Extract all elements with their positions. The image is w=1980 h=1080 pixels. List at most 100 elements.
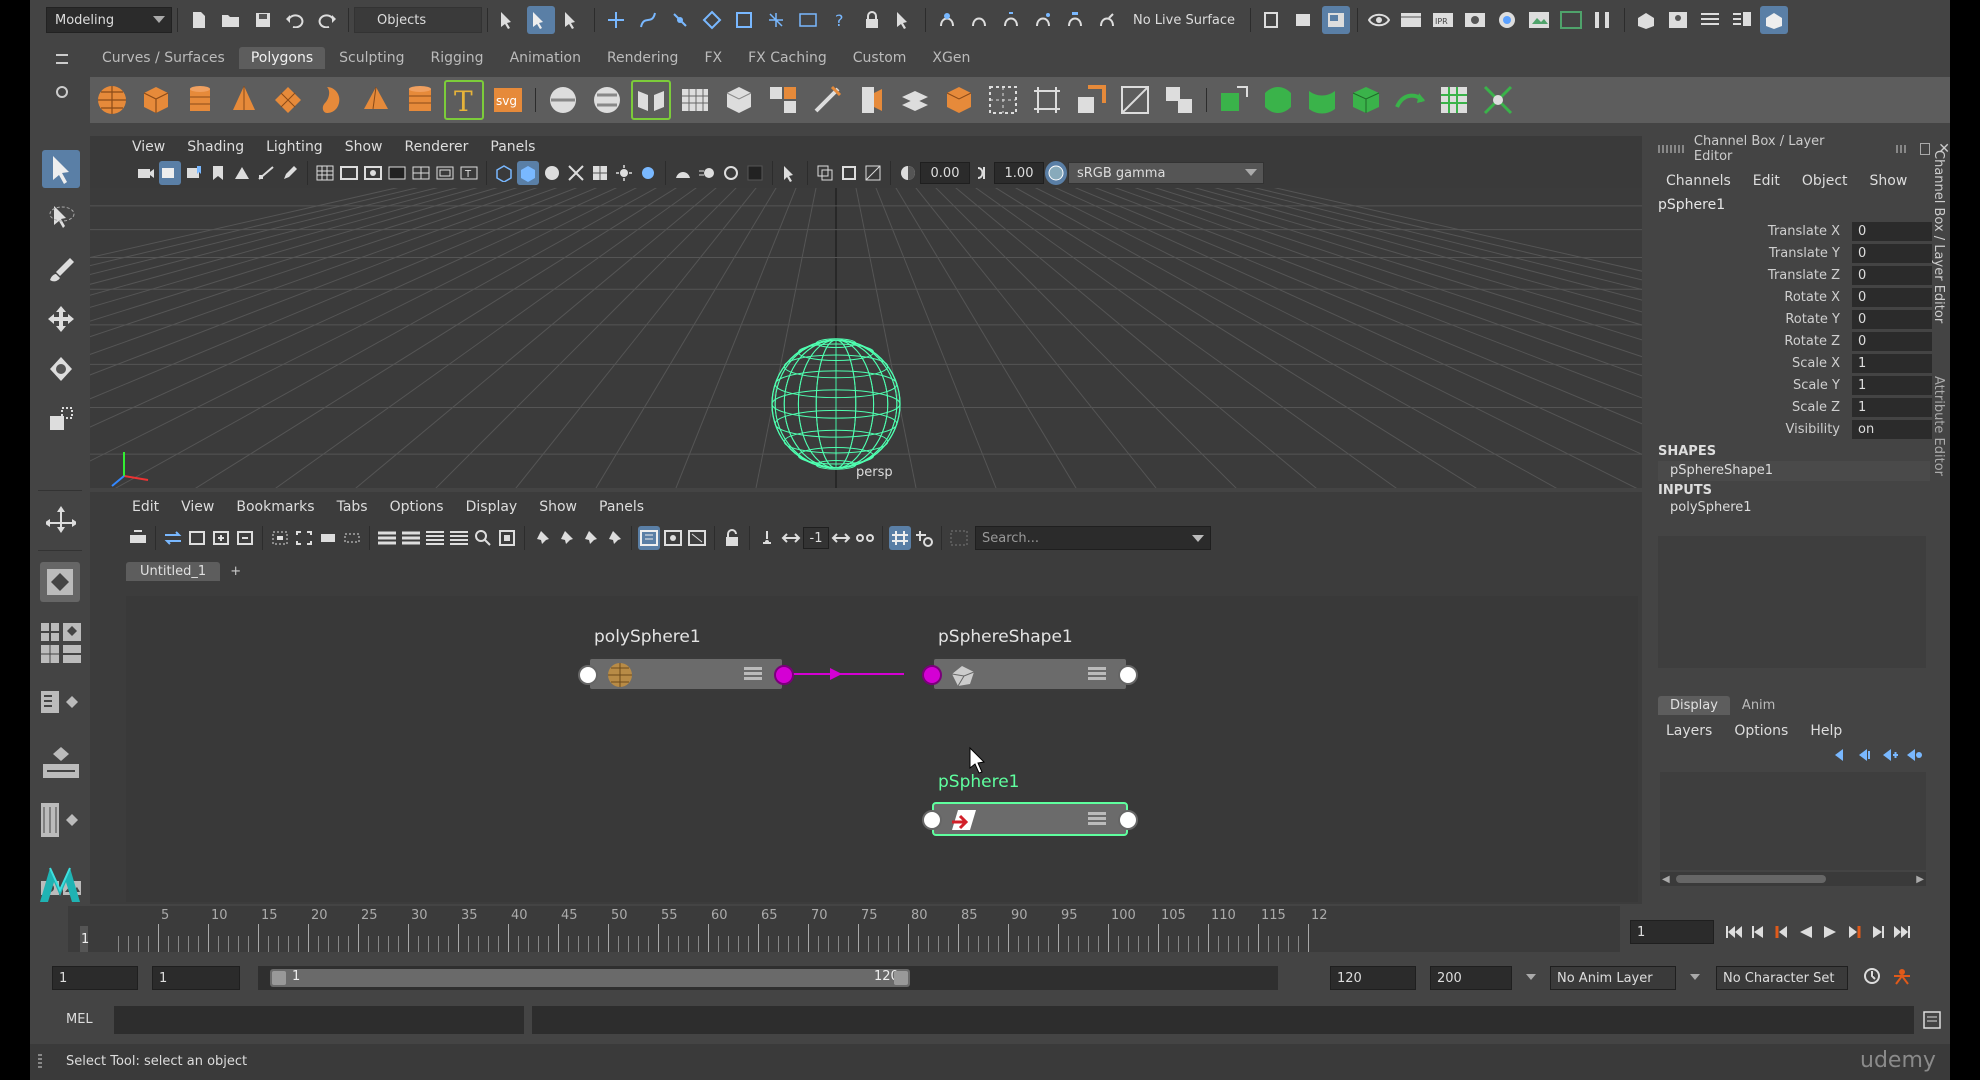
custom-select-icon[interactable]	[890, 6, 918, 34]
redo-icon[interactable]	[313, 6, 341, 34]
use-default-material-icon[interactable]	[541, 161, 563, 185]
tab-xgen[interactable]: XGen	[920, 47, 982, 69]
scroll-left-icon[interactable]: ◀	[1662, 874, 1670, 885]
input-port[interactable]	[922, 665, 942, 685]
render-settings-icon[interactable]	[794, 6, 822, 34]
output-port[interactable]	[774, 665, 794, 685]
attr-value[interactable]: 1	[1852, 375, 1932, 395]
lock-graph-icon[interactable]	[721, 526, 743, 550]
node-editor-layout-icon[interactable]	[39, 747, 83, 778]
frame-selected-icon[interactable]	[293, 526, 315, 550]
snap-together-icon[interactable]	[933, 6, 961, 34]
render-settings-icon-2[interactable]	[1461, 6, 1489, 34]
toggle-swatches-icon[interactable]	[662, 526, 684, 550]
go-to-end-icon[interactable]	[1891, 920, 1913, 944]
channel-menu-channels[interactable]: Channels	[1666, 173, 1731, 189]
camera-select-icon[interactable]	[135, 161, 157, 185]
xray-joints-icon[interactable]	[862, 161, 884, 185]
node-menu-icon[interactable]	[744, 665, 762, 683]
current-time-marker[interactable]: 1	[81, 932, 89, 947]
live-surface-icon[interactable]	[1093, 6, 1121, 34]
scroll-right-icon[interactable]: ▶	[1916, 874, 1924, 885]
safe-action-icon[interactable]	[434, 161, 456, 185]
auto-key-icon[interactable]	[1861, 964, 1883, 988]
select-object-icon[interactable]	[527, 6, 555, 34]
select-hierarchy-icon[interactable]	[495, 6, 523, 34]
anim-layer-field[interactable]: No Anim Layer	[1550, 966, 1676, 990]
outliner-persp-icon[interactable]	[61, 690, 83, 714]
tab-display[interactable]: Display	[1658, 695, 1730, 715]
offset-edge-loop-icon[interactable]	[895, 80, 935, 120]
poly-sphere-icon[interactable]	[92, 80, 132, 120]
character-set-dropdown-icon[interactable]	[1690, 974, 1700, 980]
tab-curves-surfaces[interactable]: Curves / Surfaces	[90, 47, 237, 69]
attr-row-translate-x[interactable]: Translate X 0	[1652, 220, 1950, 242]
remove-selected-icon[interactable]	[234, 526, 256, 550]
animation-prefs-icon[interactable]	[1891, 964, 1913, 988]
uv-layout-icon[interactable]	[1478, 80, 1518, 120]
bookmark-icon[interactable]	[207, 161, 229, 185]
help-icon[interactable]: ?	[826, 6, 854, 34]
input-port[interactable]	[922, 810, 942, 830]
poly-pipe-icon[interactable]	[400, 80, 440, 120]
channel-menu-show[interactable]: Show	[1870, 173, 1908, 189]
input-port[interactable]	[578, 665, 598, 685]
new-layer-selected-icon[interactable]	[1903, 743, 1925, 767]
toggle-attribute-filter-icon[interactable]	[686, 526, 708, 550]
depth-of-field-icon[interactable]	[744, 161, 766, 185]
poly-cone-icon[interactable]	[224, 80, 264, 120]
textured-icon[interactable]	[589, 161, 611, 185]
node-menu-panels[interactable]: Panels	[599, 499, 644, 515]
node-menu-options[interactable]: Options	[390, 499, 444, 515]
graph-connections-icon[interactable]	[162, 526, 184, 550]
layout-simple-icon[interactable]	[376, 526, 398, 550]
xray-active-components-icon[interactable]	[838, 161, 860, 185]
input-item[interactable]: polySphere1	[1652, 498, 1950, 518]
layer-menu-options[interactable]: Options	[1734, 723, 1788, 739]
tab-sculpting[interactable]: Sculpting	[327, 47, 416, 69]
modeling-toolkit-icon[interactable]	[1632, 6, 1660, 34]
tab-anim[interactable]: Anim	[1730, 696, 1787, 715]
animation-start-field[interactable]: 1	[52, 966, 138, 990]
render-sequence-icon[interactable]	[1397, 6, 1425, 34]
camera-bookmark-icon[interactable]	[183, 161, 205, 185]
channel-menu-edit[interactable]: Edit	[1753, 173, 1780, 189]
wireframe-icon[interactable]	[493, 161, 515, 185]
range-slider-bar[interactable]	[270, 969, 910, 987]
viewport-menu-panels[interactable]: Panels	[490, 139, 535, 155]
attr-value[interactable]: 1	[1852, 397, 1932, 417]
node-menu-view[interactable]: View	[181, 499, 214, 515]
smooth-icon[interactable]	[675, 80, 715, 120]
tab-fx[interactable]: FX	[692, 47, 734, 69]
tab-fx-caching[interactable]: FX Caching	[736, 47, 839, 69]
attr-row-rotate-z[interactable]: Rotate Z 0	[1652, 330, 1950, 352]
range-end-handle[interactable]	[894, 971, 908, 985]
magnet-surface-icon[interactable]	[1061, 6, 1089, 34]
construction-history-icon[interactable]	[1290, 6, 1318, 34]
snap-live-icon[interactable]	[730, 6, 758, 34]
play-forwards-icon[interactable]	[1819, 920, 1841, 944]
graph-persp-icon[interactable]	[61, 808, 83, 832]
layer-scrollbar[interactable]: ◀ ▶	[1660, 872, 1926, 886]
shape-item[interactable]: pSphereShape1	[1658, 461, 1930, 481]
paint-select-tool-icon[interactable]	[42, 250, 80, 288]
attr-value[interactable]: 0	[1852, 265, 1932, 285]
snap-to-grid-icon[interactable]	[756, 526, 778, 550]
toggle-render-icon[interactable]	[1589, 6, 1617, 34]
output-port[interactable]	[1118, 810, 1138, 830]
add-selected-icon[interactable]	[210, 526, 232, 550]
move-layer-up-icon[interactable]	[1831, 743, 1853, 767]
step-back-frame-icon[interactable]	[1747, 920, 1769, 944]
last-tool-icon[interactable]	[42, 500, 80, 538]
attr-value[interactable]: 0	[1852, 287, 1932, 307]
outliner-layout-icon[interactable]	[39, 690, 61, 714]
viewport-menu-view[interactable]: View	[132, 139, 165, 155]
playback-end-field[interactable]: 120	[1330, 966, 1416, 990]
poly-torus-icon[interactable]	[312, 80, 352, 120]
range-start-handle[interactable]	[272, 971, 286, 985]
attr-value[interactable]: 0	[1852, 309, 1932, 329]
mirror-icon[interactable]	[631, 80, 671, 120]
character-controls-icon[interactable]	[1664, 6, 1692, 34]
layout-full-icon[interactable]	[424, 526, 446, 550]
select-tool-icon[interactable]	[42, 150, 80, 188]
